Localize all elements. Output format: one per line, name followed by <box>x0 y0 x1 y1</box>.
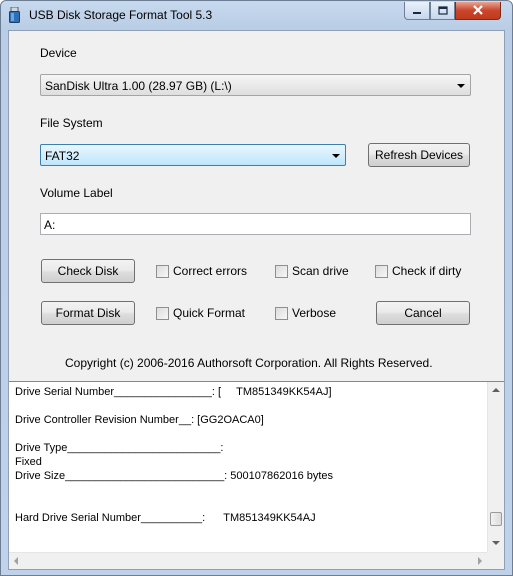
filesystem-selected: FAT32 <box>45 149 80 163</box>
correct-errors-checkbox[interactable]: Correct errors <box>156 263 247 279</box>
scroll-up-icon[interactable] <box>492 388 500 392</box>
log-line: Drive Type_________________________: <box>15 442 224 454</box>
maximize-button[interactable] <box>430 2 455 20</box>
check-if-dirty-label: Check if dirty <box>392 264 462 278</box>
minimize-icon <box>412 4 422 18</box>
filesystem-label: File System <box>40 116 103 130</box>
log-line: Hard Drive Serial Number__________: TM85… <box>15 512 316 524</box>
close-icon <box>472 4 484 18</box>
volume-label-input[interactable]: A: <box>40 213 471 235</box>
chevron-down-icon <box>457 84 465 88</box>
title-bar[interactable]: USB Disk Storage Format Tool 5.3 <box>1 1 512 29</box>
scroll-down-icon[interactable] <box>492 541 500 545</box>
scroll-thumb[interactable] <box>490 512 502 526</box>
close-button[interactable] <box>455 2 501 20</box>
window-title: USB Disk Storage Format Tool 5.3 <box>29 8 213 22</box>
log-line: Drive Size__________________________: 50… <box>15 470 334 482</box>
log-line: Fixed <box>15 456 42 468</box>
output-log[interactable]: Drive Serial Number________________: [ T… <box>9 381 504 569</box>
check-if-dirty-checkbox[interactable]: Check if dirty <box>375 263 461 279</box>
vertical-scrollbar[interactable] <box>487 382 504 553</box>
verbose-checkbox[interactable]: Verbose <box>275 305 336 321</box>
verbose-label: Verbose <box>292 306 337 320</box>
scan-drive-checkbox[interactable]: Scan drive <box>275 263 349 279</box>
device-dropdown[interactable]: SanDisk Ultra 1.00 (28.97 GB) (L:\) <box>40 74 471 96</box>
quick-format-label: Quick Format <box>173 306 246 320</box>
checkbox-box <box>275 264 288 278</box>
scroll-right-icon[interactable] <box>478 557 482 565</box>
format-disk-button[interactable]: Format Disk <box>41 301 135 325</box>
checkbox-box <box>156 306 169 320</box>
usb-drive-icon <box>9 6 20 23</box>
main-panel: Device SanDisk Ultra 1.00 (28.97 GB) (L:… <box>8 30 505 570</box>
check-disk-button[interactable]: Check Disk <box>41 259 135 283</box>
volume-label-label: Volume Label <box>40 186 113 200</box>
device-label: Device <box>40 46 77 60</box>
cancel-button[interactable]: Cancel <box>376 301 470 325</box>
scroll-left-icon[interactable] <box>14 557 18 565</box>
checkbox-box <box>156 264 169 278</box>
minimize-button[interactable] <box>404 2 430 20</box>
filesystem-dropdown[interactable]: FAT32 <box>40 144 346 166</box>
log-line: Drive Controller Revision Number__: [GG2… <box>15 414 264 426</box>
copyright-text: Copyright (c) 2006-2016 Authorsoft Corpo… <box>65 356 433 370</box>
scrollbar-corner <box>487 552 504 569</box>
checkbox-box <box>375 264 388 278</box>
horizontal-scrollbar[interactable] <box>9 552 487 569</box>
checkbox-box <box>275 306 288 320</box>
correct-errors-label: Correct errors <box>173 264 248 278</box>
device-selected: SanDisk Ultra 1.00 (28.97 GB) (L:\) <box>45 79 232 93</box>
refresh-devices-button[interactable]: Refresh Devices <box>368 143 470 167</box>
quick-format-checkbox[interactable]: Quick Format <box>156 305 245 321</box>
log-line: Drive Serial Number________________: [ T… <box>15 386 332 398</box>
volume-label-value: A: <box>44 218 56 232</box>
app-window: USB Disk Storage Format Tool 5.3 Device … <box>0 0 513 576</box>
chevron-down-icon <box>332 154 340 158</box>
maximize-icon <box>437 4 448 18</box>
scan-drive-label: Scan drive <box>292 264 349 278</box>
